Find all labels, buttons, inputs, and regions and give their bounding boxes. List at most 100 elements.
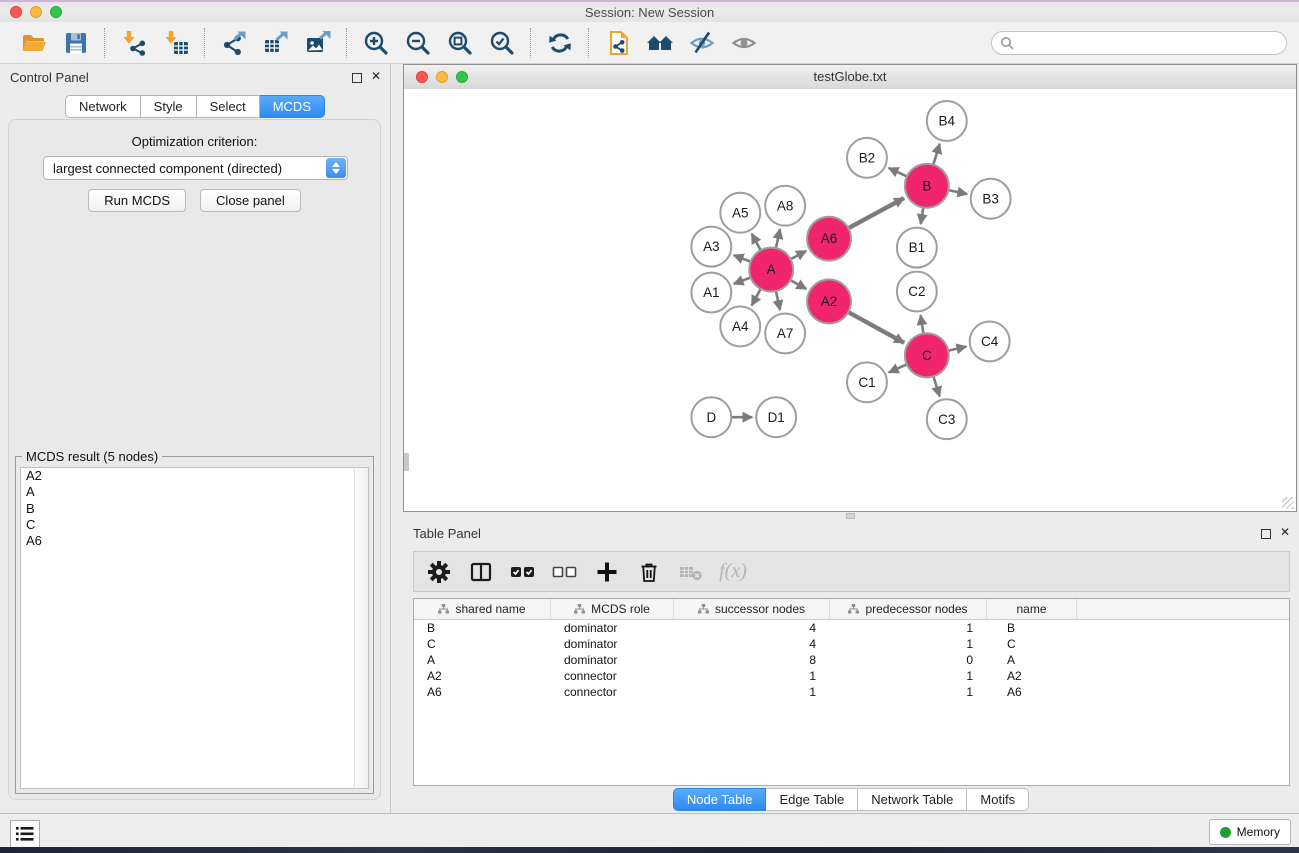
close-table-panel-icon[interactable]: ✕ (1280, 525, 1290, 539)
import-table-icon[interactable] (160, 27, 192, 59)
tab-network[interactable]: Network (65, 95, 141, 118)
table-row[interactable]: A6connector11A6 (414, 684, 1289, 700)
import-network-icon[interactable] (118, 27, 150, 59)
panel-divider-handle[interactable] (846, 513, 855, 519)
svg-text:B: B (922, 178, 931, 193)
export-network-icon[interactable] (218, 27, 250, 59)
mcds-result-item[interactable]: A6 (21, 533, 368, 549)
network-canvas[interactable]: A A1 A2 A3 A4 A5 A6 A7 A8 B B1 B2 B3B4 C C1 C2 C3C4 D D1 (404, 89, 1296, 511)
tab-network-table[interactable]: Network Table (858, 788, 967, 811)
tab-motifs[interactable]: Motifs (967, 788, 1029, 811)
graph-node-A8[interactable]: A8 (765, 186, 805, 226)
open-session-icon[interactable] (18, 27, 50, 59)
delete-table-icon (678, 559, 704, 585)
table-cell: 1 (830, 620, 987, 636)
graph-node-A4[interactable]: A4 (720, 306, 760, 346)
float-panel-icon[interactable] (352, 73, 362, 83)
table-panel-tabs: Node TableEdge TableNetwork TableMotifs (403, 788, 1299, 811)
close-panel-button[interactable]: Close panel (200, 189, 301, 212)
graph-node-D[interactable]: D (691, 397, 731, 437)
tab-edge-table[interactable]: Edge Table (766, 788, 858, 811)
graph-node-A1[interactable]: A1 (691, 273, 731, 313)
table-cell: dominator (551, 636, 674, 652)
table-body: Bdominator41BCdominator41CAdominator80AA… (414, 620, 1289, 700)
table-row[interactable]: A2connector11A2 (414, 668, 1289, 684)
memory-button[interactable]: Memory (1209, 819, 1291, 845)
graph-node-A6[interactable]: A6 (807, 217, 851, 261)
graph-node-B1[interactable]: B1 (897, 228, 937, 268)
add-column-icon[interactable] (594, 559, 620, 585)
mcds-panel: Optimization criterion: largest connecte… (8, 119, 381, 800)
table-panel-title: Table Panel (413, 526, 481, 541)
column-header-name[interactable]: name (987, 599, 1077, 619)
graph-node-C4[interactable]: C4 (970, 321, 1010, 361)
tab-node-table[interactable]: Node Table (673, 788, 767, 811)
zoom-selected-icon[interactable] (486, 27, 518, 59)
mcds-result-item[interactable]: A (21, 484, 368, 500)
save-session-icon[interactable] (60, 27, 92, 59)
table-settings-gear-icon[interactable] (426, 559, 452, 585)
refresh-icon[interactable] (544, 27, 576, 59)
zoom-fit-icon[interactable] (444, 27, 476, 59)
table-row[interactable]: Adominator80A (414, 652, 1289, 668)
mcds-result-item[interactable]: A2 (21, 468, 368, 484)
network-window-title: testGlobe.txt (404, 69, 1296, 84)
graph-node-C1[interactable]: C1 (847, 362, 887, 402)
column-header-predecessor-nodes[interactable]: predecessor nodes (830, 599, 987, 619)
graph-node-C3[interactable]: C3 (927, 399, 967, 439)
show-columns-icon[interactable] (468, 559, 494, 585)
graph-node-C[interactable]: C (905, 333, 949, 377)
graph-node-D1[interactable]: D1 (756, 397, 796, 437)
network-file-icon[interactable] (602, 27, 634, 59)
select-all-icon[interactable] (510, 559, 536, 585)
graph-node-B3[interactable]: B3 (971, 179, 1011, 219)
deselect-all-icon[interactable] (552, 559, 578, 585)
table-cell: 1 (830, 684, 987, 700)
column-header-shared-name[interactable]: shared name (414, 599, 551, 619)
graph-node-A7[interactable]: A7 (765, 313, 805, 353)
canvas-scrollbar-thumb[interactable] (404, 453, 409, 471)
mcds-result-item[interactable]: B (21, 501, 368, 517)
float-table-panel-icon[interactable] (1261, 529, 1271, 539)
run-mcds-button[interactable]: Run MCDS (88, 189, 186, 212)
close-panel-icon[interactable]: ✕ (371, 69, 381, 83)
delete-column-icon[interactable] (636, 559, 662, 585)
tab-select[interactable]: Select (197, 95, 260, 118)
graph-node-A5[interactable]: A5 (720, 193, 760, 233)
network-window-titlebar[interactable]: testGlobe.txt (404, 65, 1296, 90)
search-input[interactable] (1019, 35, 1278, 51)
table-row[interactable]: Cdominator41C (414, 636, 1289, 652)
zoom-out-icon[interactable] (402, 27, 434, 59)
graph-node-A[interactable]: A (749, 248, 793, 292)
home-network-icon[interactable] (644, 27, 676, 59)
search-field[interactable] (991, 31, 1287, 55)
window-resize-grip[interactable] (1282, 497, 1294, 509)
network-graph[interactable]: A A1 A2 A3 A4 A5 A6 A7 A8 B B1 B2 B3B4 C C1 C2 C3C4 D D1 (404, 89, 1296, 511)
column-header-successor-nodes[interactable]: successor nodes (674, 599, 830, 619)
graph-node-B2[interactable]: B2 (847, 138, 887, 178)
export-image-icon[interactable] (302, 27, 334, 59)
graph-node-B4[interactable]: B4 (927, 101, 967, 141)
graph-node-C2[interactable]: C2 (897, 272, 937, 312)
scrollbar-track[interactable] (354, 468, 368, 788)
node-table[interactable]: shared nameMCDS rolesuccessor nodesprede… (413, 598, 1290, 786)
table-cell: 1 (830, 636, 987, 652)
criterion-select[interactable]: largest connected component (directed) (43, 156, 348, 180)
table-row[interactable]: Bdominator41B (414, 620, 1289, 636)
graph-node-A2[interactable]: A2 (807, 280, 851, 324)
export-table-icon[interactable] (260, 27, 292, 59)
show-graphics-icon[interactable] (728, 27, 760, 59)
column-header-MCDS-role[interactable]: MCDS role (551, 599, 674, 619)
mcds-result-item[interactable]: C (21, 517, 368, 533)
tab-mcds[interactable]: MCDS (260, 95, 325, 118)
task-history-button[interactable] (10, 820, 40, 848)
table-cell: dominator (551, 620, 674, 636)
graph-node-B[interactable]: B (905, 164, 949, 208)
toolbar-separator (204, 28, 206, 58)
graph-node-A3[interactable]: A3 (691, 227, 731, 267)
svg-text:A6: A6 (821, 231, 837, 246)
zoom-in-icon[interactable] (360, 27, 392, 59)
hide-graphics-icon[interactable] (686, 27, 718, 59)
tab-style[interactable]: Style (141, 95, 197, 118)
mcds-result-list[interactable]: A2ABCA6 (20, 467, 369, 789)
